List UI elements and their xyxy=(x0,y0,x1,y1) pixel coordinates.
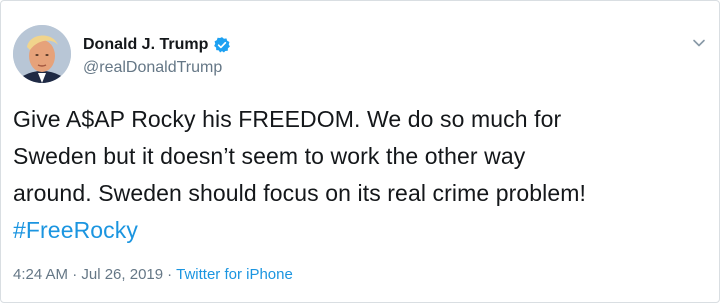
tweet-text-line: around. Sweden should focus on its real … xyxy=(13,180,587,206)
hashtag-link[interactable]: #FreeRocky xyxy=(13,212,713,249)
tweet-text-line: Sweden but it doesn’t seem to work the o… xyxy=(13,143,526,169)
avatar[interactable] xyxy=(13,25,71,83)
tweet-source-link[interactable]: Twitter for iPhone xyxy=(176,266,293,283)
user-handle[interactable]: @realDonaldTrump xyxy=(83,59,222,77)
verified-badge-icon xyxy=(213,36,231,54)
profile-photo-image xyxy=(13,25,71,83)
meta-separator: · xyxy=(167,266,173,283)
tweet-text-line: Give A$AP Rocky his FREEDOM. We do so mu… xyxy=(13,106,562,132)
author-name-row: Donald J. Trump xyxy=(83,35,231,55)
display-name[interactable]: Donald J. Trump xyxy=(83,36,208,54)
tweet-meta: 4:24 AM · Jul 26, 2019 · Twitter for iPhon… xyxy=(13,266,293,283)
tweet-timestamp[interactable]: 4:24 AM · Jul 26, 2019 xyxy=(13,266,163,283)
tweet-text: Give A$AP Rocky his FREEDOM. We do so mu… xyxy=(13,101,713,249)
chevron-down-icon[interactable] xyxy=(691,37,707,49)
tweet-card: Donald J. Trump @realDonaldTrump Give A$… xyxy=(0,0,720,303)
